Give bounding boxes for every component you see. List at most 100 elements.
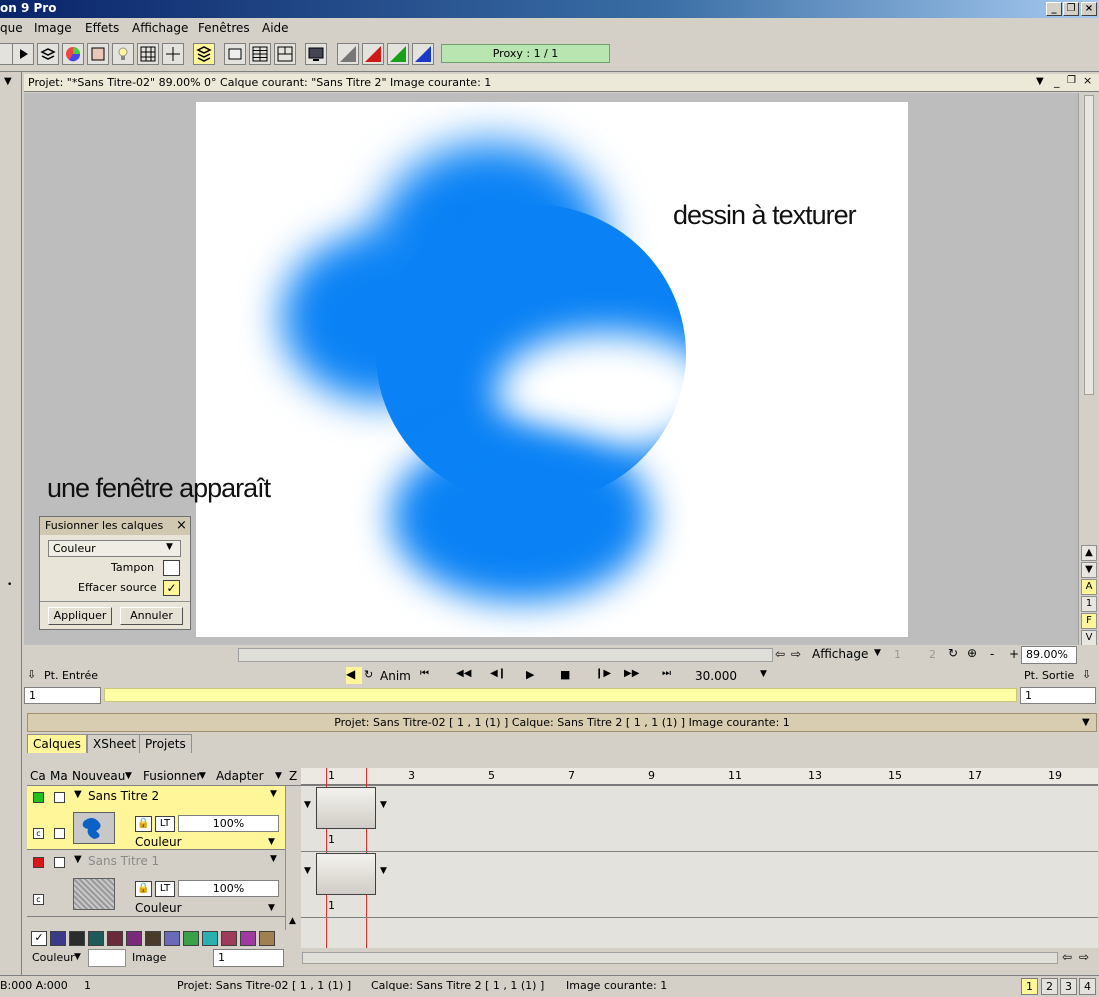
tab-projets[interactable]: Projets: [139, 734, 192, 753]
scroll-down-icon[interactable]: ▼: [1081, 562, 1097, 578]
arrow-left-icon[interactable]: ⇦: [1062, 950, 1072, 964]
loop-icon[interactable]: ↻: [364, 668, 373, 681]
page-3-button[interactable]: 3: [1060, 978, 1077, 995]
layer-mask-toggle[interactable]: [54, 792, 65, 803]
horizontal-scrollbar[interactable]: [238, 648, 773, 662]
anim-button[interactable]: Anim: [380, 669, 411, 683]
cancel-button[interactable]: Annuler: [120, 607, 183, 625]
minimize-button[interactable]: _: [1046, 2, 1062, 16]
stop-icon[interactable]: ■: [560, 668, 570, 681]
layer-mode[interactable]: Couleur: [135, 901, 182, 915]
chevron-down-icon[interactable]: ▼: [268, 837, 275, 847]
view-minimize-icon[interactable]: _: [1054, 75, 1060, 88]
apply-button[interactable]: Appliquer: [48, 607, 112, 625]
layer-expand-icon[interactable]: ▼: [74, 789, 82, 800]
crosshair-icon[interactable]: [162, 43, 184, 65]
color-swatch[interactable]: [259, 931, 275, 946]
chevron-down-icon[interactable]: ▼: [74, 952, 81, 962]
rotate-icon[interactable]: ↻: [948, 646, 958, 660]
light-icon[interactable]: [112, 43, 134, 65]
view-close-icon[interactable]: ×: [1083, 74, 1092, 87]
layers-icon[interactable]: [37, 43, 59, 65]
layer-visible-toggle[interactable]: [33, 857, 44, 868]
chevron-down-icon[interactable]: ▼: [270, 789, 277, 799]
fast-forward-icon[interactable]: ▶▶: [624, 668, 639, 679]
image-field[interactable]: 1: [213, 949, 284, 967]
out-point-field[interactable]: 1: [1020, 687, 1096, 704]
pt-sortie-button[interactable]: Pt. Sortie: [1024, 669, 1074, 682]
layer-expand-icon[interactable]: ▼: [74, 854, 82, 865]
frame-icon[interactable]: [224, 43, 246, 65]
channel-red-icon[interactable]: [362, 43, 384, 65]
zoom-out-button[interactable]: -: [990, 647, 994, 661]
chevron-down-icon[interactable]: ▼: [270, 854, 277, 864]
menu-effets[interactable]: Effets: [85, 21, 119, 35]
channel-green-icon[interactable]: [387, 43, 409, 65]
pt-entree-button[interactable]: Pt. Entrée: [44, 669, 98, 682]
layer-c-toggle[interactable]: c: [33, 828, 44, 839]
arrow-left-icon[interactable]: ⇦: [775, 647, 785, 661]
layer-sub-toggle[interactable]: [54, 828, 65, 839]
step-back-icon[interactable]: ◀❙: [490, 668, 506, 679]
chevron-down-icon[interactable]: ▼: [380, 800, 387, 810]
center-icon[interactable]: ⊕: [967, 646, 977, 660]
mode-select[interactable]: Couleur ▼: [48, 540, 181, 557]
timeline-track[interactable]: [104, 688, 1017, 702]
tab-xsheet[interactable]: XSheet: [87, 734, 142, 753]
pt-entree-arrow-icon[interactable]: ⇩: [27, 668, 36, 681]
sound-icon[interactable]: ◀: [346, 667, 362, 684]
color-swatch[interactable]: [183, 931, 199, 946]
chevron-down-icon[interactable]: ▼: [268, 903, 275, 913]
drawing-canvas[interactable]: [196, 102, 908, 637]
play-tool-icon[interactable]: [12, 43, 34, 65]
chevron-down-icon[interactable]: ▼: [4, 76, 12, 87]
split-view-icon[interactable]: [274, 43, 296, 65]
menu-fenetres[interactable]: Fenêtres: [198, 21, 250, 35]
first-frame-icon[interactable]: ⏮: [420, 668, 429, 679]
pt-sortie-arrow-icon[interactable]: ⇩: [1082, 668, 1091, 681]
color-swatch[interactable]: [145, 931, 161, 946]
layer-stack-icon[interactable]: [193, 43, 215, 65]
lock-icon[interactable]: 🔒: [135, 881, 152, 897]
frame-cell[interactable]: [316, 853, 376, 895]
page-1-button[interactable]: 1: [1021, 978, 1038, 995]
menu-affichage[interactable]: Affichage: [132, 21, 188, 35]
play-icon[interactable]: ▶: [526, 668, 534, 681]
color-swatch[interactable]: [126, 931, 142, 946]
view-menu-icon[interactable]: ▼: [1036, 76, 1044, 87]
lock-icon[interactable]: 🔒: [135, 816, 152, 832]
tampon-checkbox[interactable]: [163, 560, 180, 576]
nouveau-menu[interactable]: Nouveau: [72, 769, 125, 783]
color-swatch[interactable]: [164, 931, 180, 946]
layer-list-scrollbar[interactable]: ▲ ▼: [285, 786, 301, 948]
effacer-checkbox[interactable]: ✓: [163, 580, 180, 596]
panel-menu-icon[interactable]: ▼: [1082, 714, 1090, 732]
color-swatch[interactable]: [240, 931, 256, 946]
color-swatch[interactable]: [202, 931, 218, 946]
collapse-handle-icon[interactable]: •: [7, 580, 12, 590]
couleur-dropdown[interactable]: Couleur: [32, 951, 75, 964]
layer-mask-toggle[interactable]: [54, 857, 65, 868]
step-forward-icon[interactable]: ❙▶: [595, 668, 611, 679]
lt-toggle[interactable]: LT: [155, 816, 175, 832]
fps-dropdown[interactable]: 30.000 ▼: [692, 667, 774, 685]
chevron-down-icon[interactable]: ▼: [304, 800, 311, 810]
layer-opacity-field[interactable]: 100%: [178, 815, 279, 832]
layer-name[interactable]: Sans Titre 1: [88, 854, 159, 868]
close-button[interactable]: ×: [1081, 2, 1097, 16]
view-a-button[interactable]: A: [1081, 579, 1097, 595]
scroll-up-icon[interactable]: ▲: [289, 916, 296, 926]
zoom-in-button[interactable]: +: [1009, 647, 1019, 661]
layer-opacity-field[interactable]: 100%: [178, 880, 279, 897]
channel-gray-icon[interactable]: [337, 43, 359, 65]
tab-calques[interactable]: Calques: [27, 734, 87, 753]
chevron-down-icon[interactable]: ▼: [304, 866, 311, 876]
last-frame-icon[interactable]: ⏭: [662, 668, 671, 679]
layer-row-sans-titre-2[interactable]: ▼ Sans Titre 2 ▼ c 🔒 LT 100% Couleur ▼: [27, 786, 285, 850]
color-swatch[interactable]: [88, 931, 104, 946]
color-swatch[interactable]: [221, 931, 237, 946]
layer-c-toggle[interactable]: c: [33, 894, 44, 905]
color-swatch[interactable]: [107, 931, 123, 946]
table-grid-icon[interactable]: [249, 43, 271, 65]
rewind-icon[interactable]: ◀◀: [456, 668, 471, 679]
